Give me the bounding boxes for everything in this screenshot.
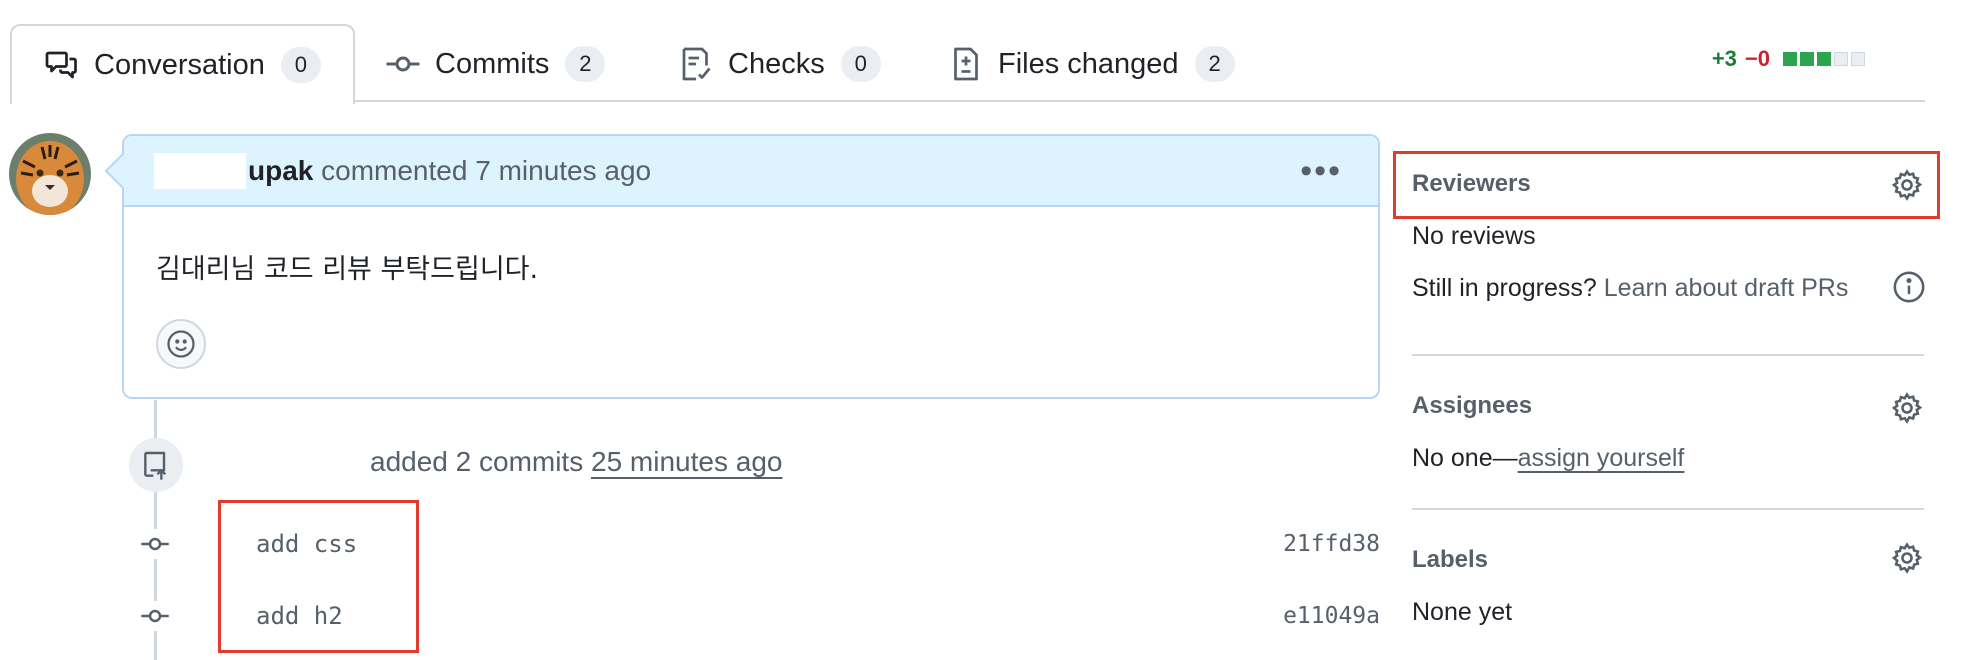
diffstat-block: [1800, 52, 1814, 66]
file-diff-icon: [948, 46, 984, 82]
comment-author[interactable]: upak: [154, 152, 313, 189]
tab-count: 2: [1194, 46, 1235, 82]
highlight-box-commits: [218, 500, 419, 653]
draft-prompt: Still in progress? Learn about draft PRs: [1412, 274, 1848, 303]
comment-box: upak commented 7 minutes ago ••• 김대리님 코드…: [104, 134, 1380, 399]
sidebar-divider: [1412, 508, 1924, 510]
tab-conversation[interactable]: Conversation 0: [10, 24, 355, 104]
tab-checks[interactable]: Checks 0: [678, 24, 881, 104]
tab-commits[interactable]: Commits 2: [385, 24, 606, 104]
gear-icon[interactable]: [1890, 541, 1924, 575]
diffstat-block: [1783, 52, 1797, 66]
comment-body: 김대리님 코드 리뷰 부탁드립니다.: [156, 254, 539, 285]
tab-label: Commits: [435, 47, 550, 80]
comment-time[interactable]: 7 minutes ago: [475, 155, 651, 187]
git-commit-icon: [385, 46, 421, 82]
assignees-empty: No one—assign yourself: [1412, 444, 1684, 473]
redaction: [154, 152, 246, 189]
assignees-title[interactable]: Assignees: [1412, 392, 1532, 420]
tab-label: Files changed: [998, 47, 1179, 80]
pr-tabbar: Conversation 0 Commits 2 Checks 0 Files …: [10, 0, 1925, 104]
labels-title[interactable]: Labels: [1412, 546, 1488, 574]
reviewers-title[interactable]: Reviewers: [1412, 170, 1531, 198]
labels-empty: None yet: [1412, 598, 1513, 626]
more-options-icon[interactable]: •••: [1300, 152, 1342, 191]
add-reaction-button[interactable]: [156, 319, 206, 369]
push-event-text: added 2 commits 25 minutes ago: [370, 446, 782, 478]
tab-label: Conversation: [94, 48, 265, 81]
git-commit-icon: [140, 529, 170, 559]
diffstat-block: [1817, 52, 1831, 66]
info-icon[interactable]: [1892, 270, 1926, 304]
no-one-text: No one—: [1412, 444, 1518, 472]
deletions-count: −0: [1744, 46, 1770, 71]
tab-count: 2: [565, 46, 606, 82]
commit-sha[interactable]: e11049a: [1283, 603, 1380, 629]
gear-icon[interactable]: [1890, 391, 1924, 425]
no-reviews-text: No reviews: [1412, 222, 1536, 250]
diffstat-block: [1834, 52, 1848, 66]
draft-question: Still in progress?: [1412, 274, 1597, 302]
comment-header: upak commented 7 minutes ago •••: [124, 136, 1378, 207]
tab-count: 0: [840, 46, 881, 82]
push-description: added 2 commits: [370, 446, 584, 477]
smiley-icon: [167, 330, 195, 358]
push-time[interactable]: 25 minutes ago: [591, 446, 782, 477]
diffstat-block: [1851, 52, 1865, 66]
tab-count: 0: [280, 47, 321, 83]
additions-count: +3: [1711, 46, 1737, 71]
gear-icon[interactable]: [1890, 168, 1924, 202]
sidebar-divider: [1412, 354, 1924, 356]
repo-push-icon: [129, 438, 183, 492]
git-commit-icon: [140, 601, 170, 631]
tab-label: Checks: [728, 47, 825, 80]
assign-yourself-link[interactable]: assign yourself: [1518, 444, 1685, 472]
tab-files-changed[interactable]: Files changed 2: [948, 24, 1235, 104]
comment-action: commented: [321, 154, 468, 186]
checklist-icon: [678, 46, 714, 82]
avatar[interactable]: [9, 133, 91, 215]
draft-prs-link[interactable]: Learn about draft PRs: [1604, 274, 1849, 302]
diffstat: +3 −0: [1712, 46, 1865, 72]
comment-discussion-icon: [44, 47, 80, 83]
commit-sha[interactable]: 21ffd38: [1283, 531, 1380, 557]
